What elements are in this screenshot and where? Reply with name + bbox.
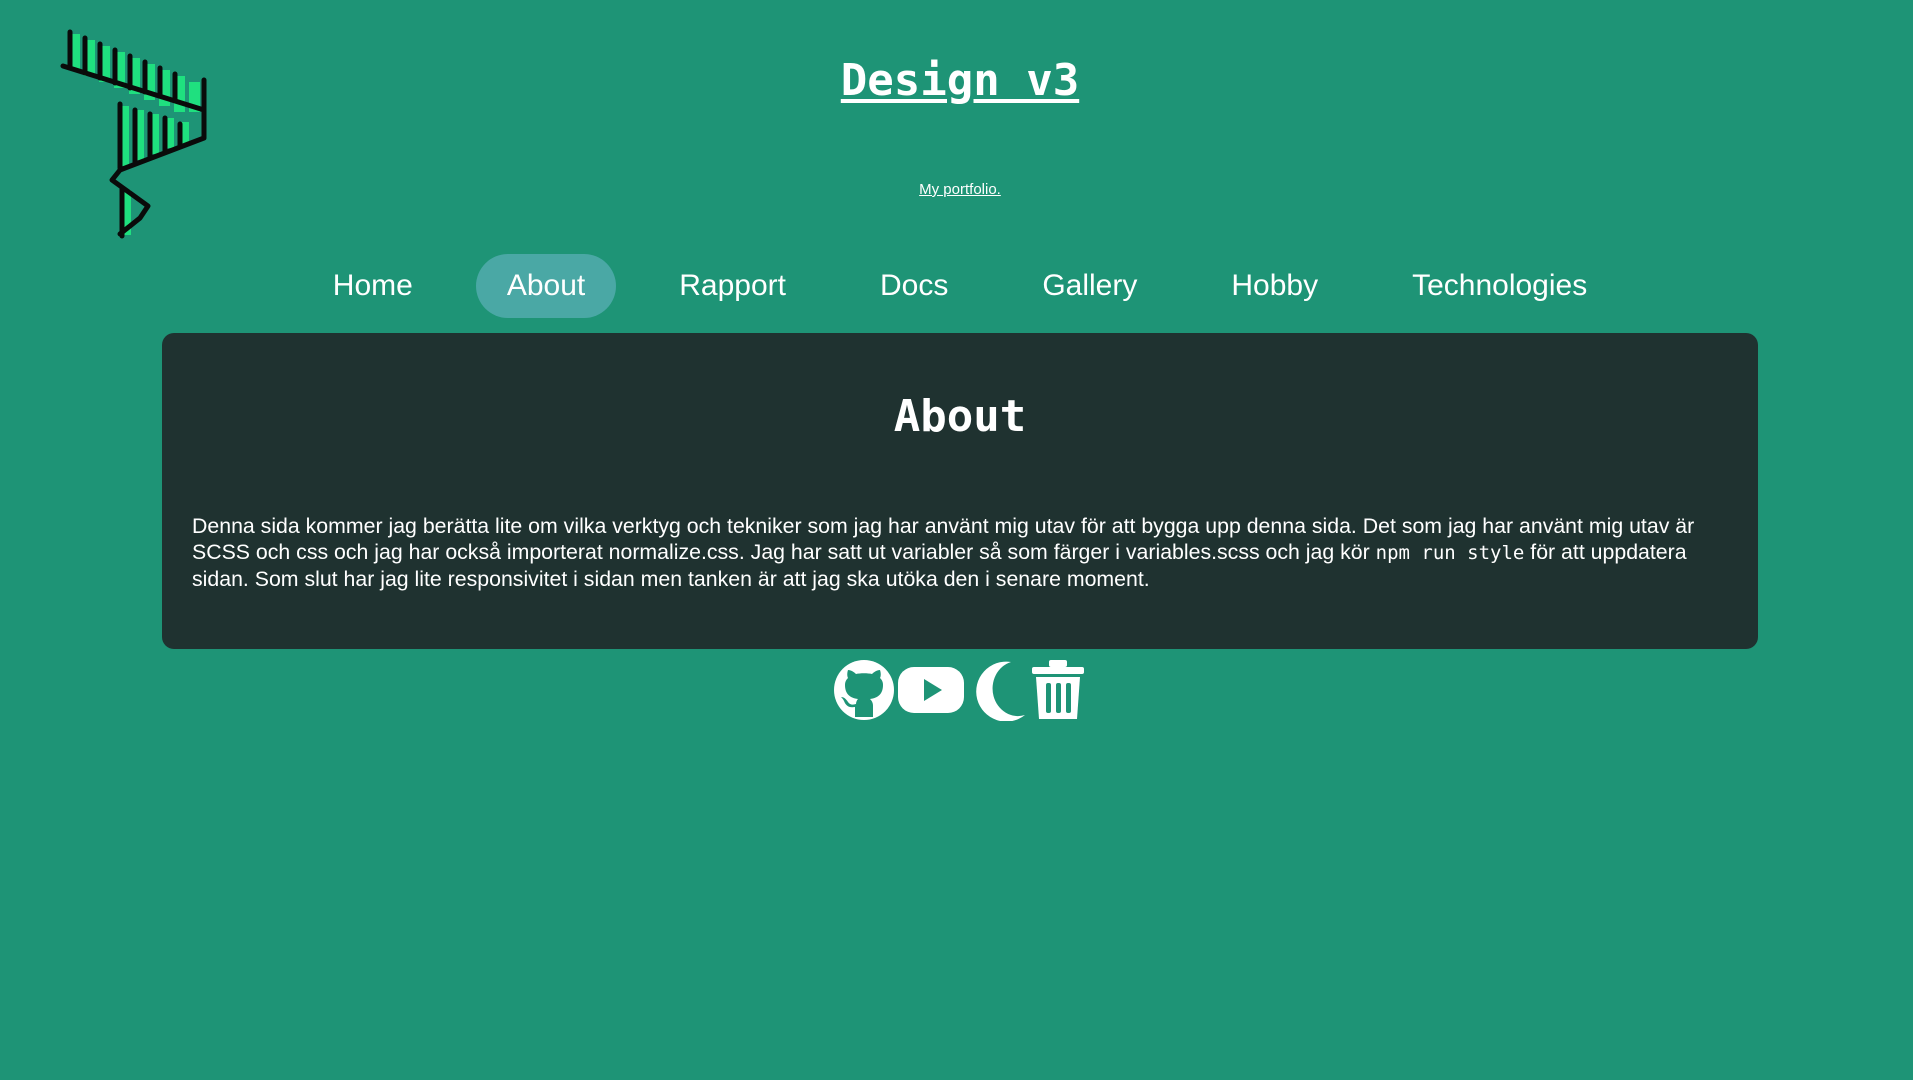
nav-item-about[interactable]: About: [475, 254, 617, 318]
site-title: Design v3: [0, 48, 1913, 114]
about-paragraph: Denna sida kommer jag berätta lite om vi…: [192, 513, 1728, 592]
footer-icons: [0, 659, 1913, 721]
trash-icon[interactable]: [1029, 659, 1087, 721]
tagline-link[interactable]: My portfolio.: [919, 181, 1001, 198]
nav-item-gallery[interactable]: Gallery: [1011, 254, 1168, 318]
nav-item-docs[interactable]: Docs: [849, 254, 979, 318]
inline-code: npm run style: [1375, 542, 1525, 564]
page-heading: About: [893, 391, 1027, 442]
nav-item-hobby[interactable]: Hobby: [1200, 254, 1349, 318]
main-nav: Home About Rapport Docs Gallery Hobby Te…: [0, 254, 1913, 318]
nav-item-rapport[interactable]: Rapport: [648, 254, 817, 318]
nav-item-home[interactable]: Home: [302, 254, 444, 318]
moon-icon[interactable]: [967, 659, 1027, 721]
youtube-icon[interactable]: [897, 659, 965, 721]
github-icon[interactable]: [833, 659, 895, 721]
site-title-link[interactable]: Design v3: [841, 55, 1079, 106]
content-card: About Denna sida kommer jag berätta lite…: [162, 333, 1758, 649]
site-tagline: My portfolio.: [0, 180, 1913, 200]
nav-item-technologies[interactable]: Technologies: [1381, 254, 1618, 318]
